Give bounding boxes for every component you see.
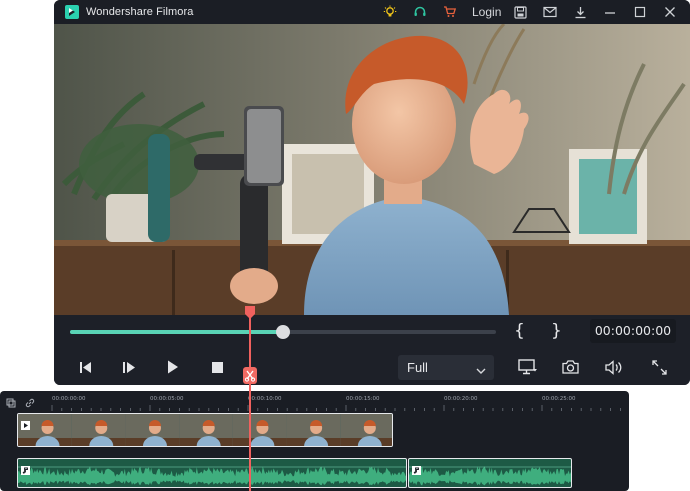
progress-slider[interactable] bbox=[70, 325, 496, 339]
fullscreen-icon[interactable] bbox=[649, 358, 669, 376]
lightbulb-icon[interactable] bbox=[382, 4, 398, 20]
ruler-label: 00:00:10:00 bbox=[248, 396, 282, 402]
filmora-logo bbox=[65, 5, 79, 19]
step-forward-icon[interactable] bbox=[119, 358, 139, 376]
music-note-icon bbox=[412, 462, 421, 480]
video-clip-thumbnails bbox=[18, 414, 392, 446]
stop-icon[interactable] bbox=[207, 358, 227, 376]
ruler-label: 00:00:25:00 bbox=[542, 396, 576, 402]
playhead[interactable] bbox=[249, 306, 251, 491]
render-display-icon[interactable] bbox=[516, 358, 540, 376]
play-icon[interactable] bbox=[163, 358, 183, 376]
close-icon[interactable] bbox=[662, 4, 678, 20]
minimize-icon[interactable] bbox=[602, 4, 618, 20]
mark-in-button[interactable]: { bbox=[514, 321, 525, 341]
app-title: Wondershare Filmora bbox=[86, 6, 194, 18]
music-note-icon bbox=[21, 462, 30, 480]
ruler-label: 00:00:00:00 bbox=[52, 396, 86, 402]
progress-fill bbox=[70, 330, 283, 334]
maximize-icon[interactable] bbox=[632, 4, 648, 20]
audio-waveform bbox=[18, 466, 406, 486]
volume-icon[interactable] bbox=[604, 358, 624, 376]
ruler-label: 00:00:15:00 bbox=[346, 396, 380, 402]
ruler-ticks bbox=[51, 405, 621, 411]
title-bar: Wondershare Filmora Login bbox=[54, 0, 690, 24]
progress-knob[interactable] bbox=[276, 325, 290, 339]
mark-out-button[interactable]: } bbox=[551, 321, 562, 341]
chevron-down-icon bbox=[476, 362, 486, 380]
playhead-marker[interactable] bbox=[243, 367, 257, 384]
headset-icon[interactable] bbox=[412, 4, 428, 20]
audio-clip-1[interactable] bbox=[17, 458, 407, 488]
playhead-handle[interactable] bbox=[244, 306, 256, 320]
zoom-select[interactable]: Full bbox=[398, 355, 494, 380]
mail-icon[interactable] bbox=[542, 4, 558, 20]
audio-waveform bbox=[409, 466, 571, 486]
audio-clip-2[interactable] bbox=[408, 458, 572, 488]
video-preview[interactable] bbox=[54, 24, 690, 315]
video-clip[interactable] bbox=[17, 413, 393, 447]
ruler-label: 00:00:05:00 bbox=[150, 396, 184, 402]
video-frame bbox=[54, 24, 690, 315]
timeline-panel: 00:00:00:00 00:00:05:00 00:00:10:00 00:0… bbox=[0, 391, 629, 491]
download-icon[interactable] bbox=[572, 4, 588, 20]
snapshot-icon[interactable] bbox=[560, 358, 580, 376]
login-link[interactable]: Login bbox=[472, 5, 501, 19]
zoom-value: Full bbox=[407, 360, 428, 375]
timeline-ruler[interactable]: 00:00:00:00 00:00:05:00 00:00:10:00 00:0… bbox=[0, 391, 629, 411]
ruler-label: 00:00:20:00 bbox=[444, 396, 478, 402]
playback-controls: { } 00:00:00:00 Full bbox=[54, 315, 690, 385]
film-icon bbox=[21, 417, 30, 435]
cart-icon[interactable] bbox=[442, 4, 458, 20]
player-window: Wondershare Filmora Login {} 00:00:00:0… bbox=[54, 0, 690, 385]
save-icon[interactable] bbox=[512, 4, 528, 20]
timecode-display: 00:00:00:00 bbox=[590, 319, 676, 343]
step-back-icon[interactable] bbox=[75, 358, 95, 376]
